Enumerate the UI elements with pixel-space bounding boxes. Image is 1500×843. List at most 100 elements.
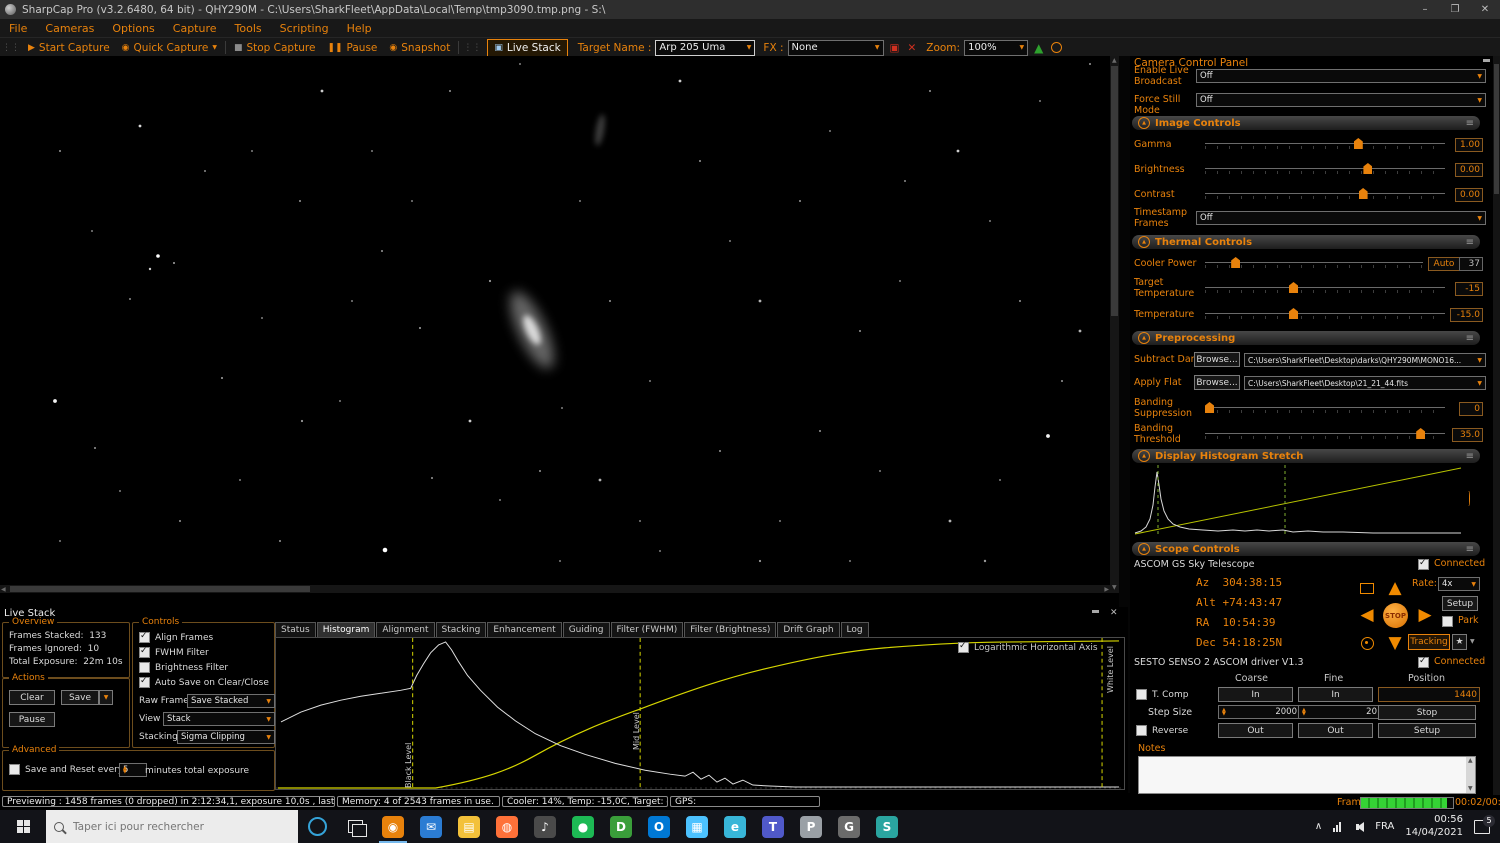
tab-guiding[interactable]: Guiding bbox=[563, 622, 610, 637]
spinner-arrows-icon[interactable]: ▲▼ bbox=[123, 766, 127, 774]
focuser-setup-button[interactable]: Setup bbox=[1378, 723, 1476, 738]
start-capture-button[interactable]: ▶ Start Capture bbox=[22, 38, 116, 57]
align-frames-checkbox[interactable]: Align Frames bbox=[139, 632, 213, 643]
menu-item-options[interactable]: Options bbox=[103, 22, 163, 35]
tab-enhancement[interactable]: Enhancement bbox=[487, 622, 561, 637]
taskbar-app-skype[interactable]: S bbox=[868, 810, 906, 843]
reset-stretch-button[interactable] bbox=[1468, 492, 1470, 505]
taskbar-search[interactable] bbox=[46, 810, 298, 843]
section-display-histogram-stretch[interactable]: ▲ Display Histogram Stretch ≡ bbox=[1132, 449, 1480, 463]
t-comp-checkbox[interactable]: T. Comp bbox=[1136, 689, 1188, 700]
target-name-combo[interactable]: Arp 205 Uma ▼ bbox=[655, 40, 755, 56]
vertical-scroll-thumb[interactable] bbox=[1111, 66, 1118, 316]
panel-scrollbar[interactable] bbox=[1493, 56, 1500, 795]
vertical-scrollbar[interactable]: ▲ ▼ bbox=[1110, 56, 1119, 593]
minutes-spinner[interactable]: 5 ▲▼ bbox=[119, 763, 147, 777]
panel-scroll-thumb[interactable] bbox=[1494, 64, 1499, 194]
save-button[interactable]: Save bbox=[61, 690, 99, 705]
scroll-up-icon[interactable]: ▲ bbox=[1468, 757, 1473, 765]
slew-right-button[interactable]: ▶ bbox=[1412, 602, 1438, 628]
search-input[interactable] bbox=[71, 820, 290, 834]
taskbar-app-deepsky[interactable]: D bbox=[602, 810, 640, 843]
notes-scrollbar[interactable]: ▲ ▼ bbox=[1466, 757, 1475, 793]
network-icon[interactable] bbox=[1333, 822, 1341, 832]
histogram-stretch-icon[interactable]: ▲ bbox=[1028, 38, 1049, 57]
scope-setup-button[interactable]: Setup bbox=[1442, 596, 1478, 611]
taskbar-app-music[interactable]: ♪ bbox=[526, 810, 564, 843]
gamma-value[interactable]: 1.00 bbox=[1455, 138, 1483, 152]
subtract-dark-browse-button[interactable]: Browse... bbox=[1194, 352, 1240, 367]
reverse-checkbox[interactable]: Reverse bbox=[1136, 725, 1188, 736]
taskbar-app-teams[interactable]: T bbox=[754, 810, 792, 843]
log-axis-checkbox[interactable]: Logarithmic Horizontal Axis bbox=[958, 642, 1098, 653]
menu-item-tools[interactable]: Tools bbox=[226, 22, 271, 35]
language-indicator[interactable]: FRA bbox=[1375, 821, 1394, 832]
maximize-button[interactable]: ❐ bbox=[1440, 0, 1470, 19]
fwhm-filter-checkbox[interactable]: FWHM Filter bbox=[139, 647, 209, 658]
flip-view-button[interactable] bbox=[1354, 575, 1380, 601]
rate-combo[interactable]: 4x ▼ bbox=[1438, 577, 1480, 591]
pause-button[interactable]: ❚❚ Pause bbox=[321, 38, 383, 57]
subtract-dark-combo[interactable]: C:\Users\SharkFleet\Desktop\darks\QHY290… bbox=[1244, 353, 1486, 367]
banding-suppression-value[interactable]: 0 bbox=[1459, 402, 1483, 416]
scroll-up-icon[interactable]: ▲ bbox=[1112, 57, 1117, 65]
menu-item-scripting[interactable]: Scripting bbox=[271, 22, 338, 35]
display-histogram[interactable] bbox=[1132, 465, 1464, 537]
banding-suppression-slider[interactable] bbox=[1205, 402, 1445, 413]
scroll-right-icon[interactable]: ▶ bbox=[1104, 586, 1109, 594]
crosshair-icon[interactable]: ✕ bbox=[905, 38, 918, 57]
section-menu-icon[interactable]: ≡ bbox=[1466, 237, 1474, 248]
start-button[interactable] bbox=[0, 810, 46, 843]
image-viewport[interactable] bbox=[0, 56, 1110, 585]
brightness-filter-checkbox[interactable]: Brightness Filter bbox=[139, 662, 228, 673]
tray-expand-icon[interactable]: ∧ bbox=[1315, 821, 1322, 832]
menu-item-file[interactable]: File bbox=[0, 22, 36, 35]
stop-capture-button[interactable]: ■ Stop Capture bbox=[228, 38, 321, 57]
section-menu-icon[interactable]: ≡ bbox=[1466, 451, 1474, 462]
tab-alignment[interactable]: Alignment bbox=[376, 622, 434, 637]
enable-live-broadcast-combo[interactable]: Off ▼ bbox=[1196, 69, 1486, 83]
contrast-slider[interactable] bbox=[1205, 188, 1445, 199]
menu-item-cameras[interactable]: Cameras bbox=[36, 22, 103, 35]
taskbar-app-firefox[interactable]: ◍ bbox=[488, 810, 526, 843]
focuser-connected-checkbox[interactable]: Connected bbox=[1418, 657, 1485, 668]
scroll-down-icon[interactable]: ▼ bbox=[1468, 785, 1473, 793]
taskbar-app-sharpcap[interactable]: ◉ bbox=[374, 810, 412, 843]
close-button[interactable]: ✕ bbox=[1470, 0, 1500, 19]
step-size-fine-spinner[interactable]: 20 ▲▼ bbox=[1298, 705, 1381, 719]
section-menu-icon[interactable]: ≡ bbox=[1466, 333, 1474, 344]
contrast-slider-thumb[interactable] bbox=[1359, 188, 1368, 199]
tab-status[interactable]: Status bbox=[275, 622, 316, 637]
slew-stop-button[interactable]: STOP bbox=[1383, 603, 1408, 628]
pause-stack-button[interactable]: Pause bbox=[9, 712, 55, 727]
banding-threshold-thumb[interactable] bbox=[1416, 428, 1425, 439]
center-target-button[interactable] bbox=[1354, 630, 1380, 656]
tab-stacking[interactable]: Stacking bbox=[436, 622, 487, 637]
section-scope-controls[interactable]: ▲ Scope Controls ≡ bbox=[1132, 542, 1480, 556]
save-menu-button[interactable]: ▼ bbox=[99, 690, 113, 705]
section-preprocessing[interactable]: ▲ Preprocessing ≡ bbox=[1132, 331, 1480, 345]
stack-histogram-plot[interactable]: Black Level Mid Level White Level Logari… bbox=[275, 637, 1125, 790]
focus-out-fine-button[interactable]: Out bbox=[1298, 723, 1373, 738]
horizontal-scrollbar[interactable]: ◀ ▶ bbox=[0, 585, 1110, 593]
task-view-button[interactable] bbox=[336, 810, 374, 843]
brightness-slider-thumb[interactable] bbox=[1363, 163, 1372, 174]
scope-connected-checkbox[interactable]: Connected bbox=[1418, 559, 1485, 570]
tab-drift-graph[interactable]: Drift Graph bbox=[777, 622, 839, 637]
step-size-coarse-spinner[interactable]: 2000 ▲▼ bbox=[1218, 705, 1301, 719]
collapse-icon[interactable]: ▲ bbox=[1138, 543, 1150, 555]
view-combo[interactable]: Stack ▼ bbox=[163, 712, 275, 726]
tracking-menu-icon[interactable]: ▼ bbox=[1470, 638, 1475, 645]
force-still-mode-combo[interactable]: Off ▼ bbox=[1196, 93, 1486, 107]
taskbar-app-paint[interactable]: P bbox=[792, 810, 830, 843]
tab-filter-fwhm[interactable]: Filter (FWHM) bbox=[611, 622, 684, 637]
auto-stretch-icon[interactable] bbox=[1049, 38, 1064, 57]
reticle-icon[interactable]: ▣ bbox=[884, 38, 906, 57]
close-panel-icon[interactable]: ✕ bbox=[1110, 608, 1118, 618]
taskbar-app-explorer[interactable]: ▤ bbox=[450, 810, 488, 843]
target-temperature-slider[interactable] bbox=[1205, 282, 1445, 293]
timestamp-frames-combo[interactable]: Off ▼ bbox=[1196, 211, 1486, 225]
taskbar-app-spotify[interactable]: ● bbox=[564, 810, 602, 843]
brightness-value[interactable]: 0.00 bbox=[1455, 163, 1483, 177]
collapse-icon[interactable]: ▲ bbox=[1138, 332, 1150, 344]
